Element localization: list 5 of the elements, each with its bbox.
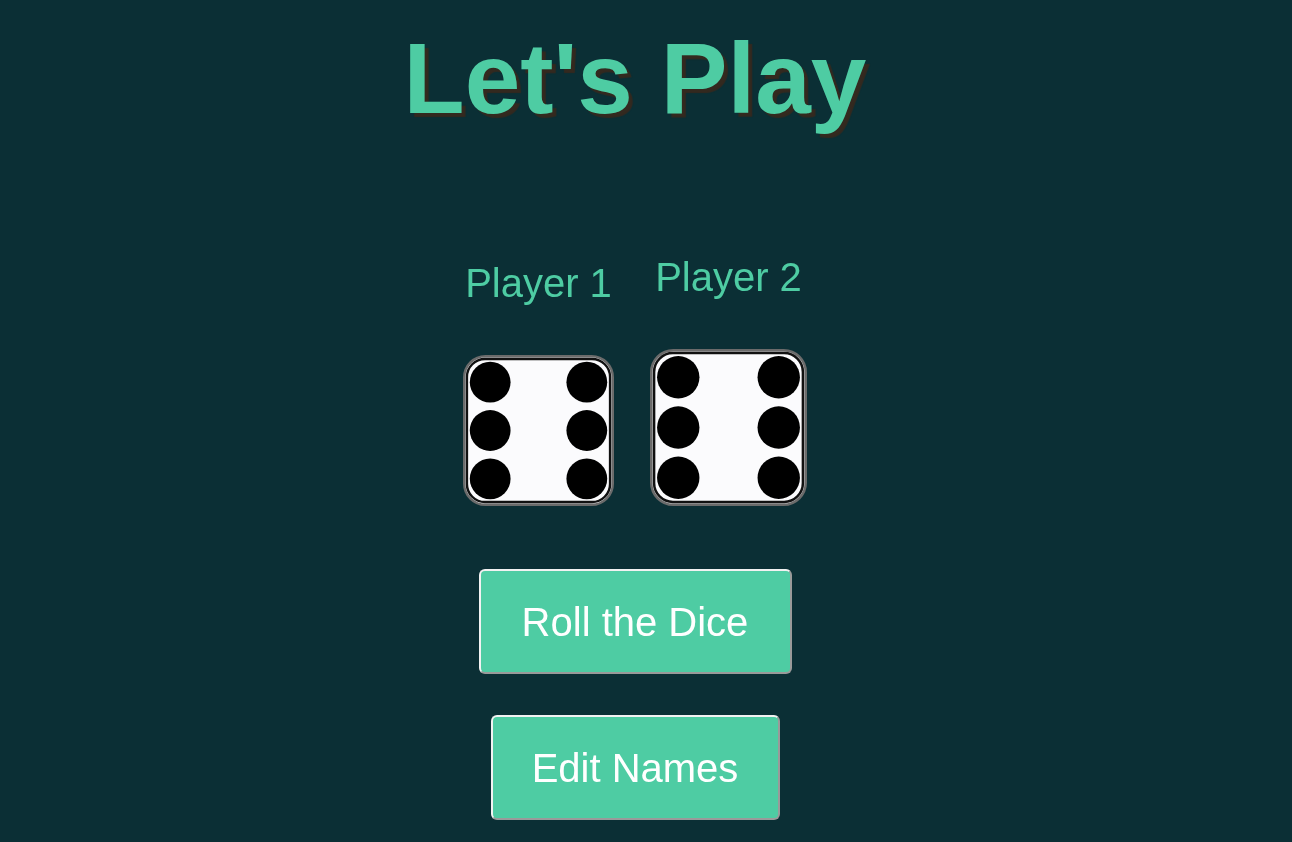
edit-names-button[interactable]: Edit Names [490,715,780,820]
player-name: Player 1 [465,263,612,303]
player-name: Player 2 [655,257,802,297]
page-title: Let's Play [402,21,868,136]
roll-dice-button[interactable]: Roll the Dice [478,569,792,674]
